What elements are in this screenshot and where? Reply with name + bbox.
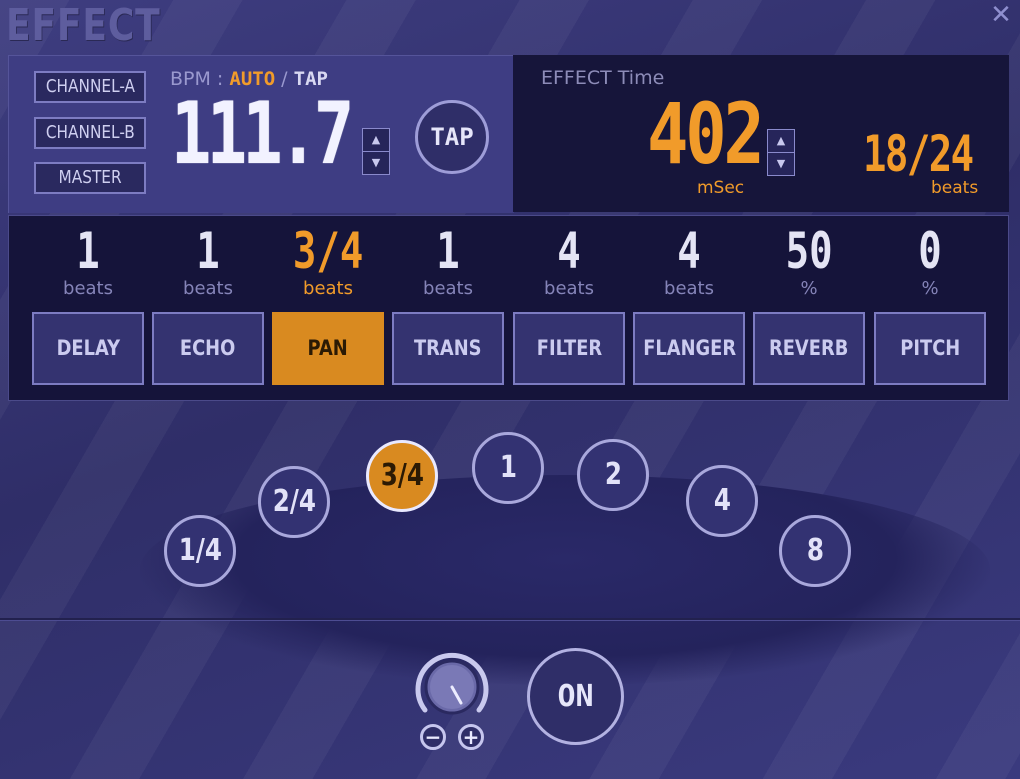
effect-time-msec-unit: mSec: [697, 178, 745, 198]
effect-value: 1: [196, 222, 220, 280]
window-title: EFFECT: [6, 0, 161, 51]
effect-time-stepper: ▲ ▼: [767, 129, 795, 176]
effect-value: 0: [918, 222, 942, 280]
close-icon[interactable]: ✕: [988, 2, 1014, 28]
tap-button[interactable]: TAP: [415, 100, 489, 174]
bpm-value: 111.7: [171, 84, 354, 184]
beat-button-4[interactable]: 4: [686, 465, 758, 537]
delay-button[interactable]: DELAY: [32, 312, 144, 385]
effect-value: 4: [677, 222, 701, 280]
effect-time-beats-unit: beats: [931, 178, 979, 198]
filter-button[interactable]: FILTER: [513, 312, 625, 385]
effect-time-up-button[interactable]: ▲: [768, 130, 794, 153]
beat-button-2[interactable]: 2: [577, 439, 649, 511]
effect-unit: beats: [303, 278, 353, 299]
beat-button-1-4[interactable]: 1/4: [164, 515, 236, 587]
bpm-down-button[interactable]: ▼: [363, 152, 389, 174]
channel-b-button[interactable]: CHANNEL-B: [34, 117, 146, 149]
effect-value: 1: [436, 222, 460, 280]
effect-time-label: EFFECT Time: [541, 67, 665, 89]
bpm-panel: CHANNEL-A CHANNEL-B MASTER BPM : AUTO / …: [8, 55, 514, 213]
reverb-button[interactable]: REVERB: [753, 312, 865, 385]
effect-value: 3/4: [292, 222, 364, 280]
master-button[interactable]: MASTER: [34, 162, 146, 194]
bpm-up-button[interactable]: ▲: [363, 129, 389, 152]
beat-button-2-4[interactable]: 2/4: [258, 466, 330, 538]
effect-window: EFFECT ✕ CHANNEL-A CHANNEL-B MASTER BPM …: [0, 0, 1020, 779]
level-knob[interactable]: [413, 648, 491, 726]
effect-time-beats-value: 18/24: [863, 125, 974, 183]
effect-unit: beats: [63, 278, 113, 299]
effects-panel: 1 beats 1 beats 3/4 beats 1 beats 4 beat…: [8, 215, 1009, 401]
flanger-button[interactable]: FLANGER: [633, 312, 745, 385]
beat-button-3-4[interactable]: 3/4: [366, 440, 438, 512]
effect-time-panel: EFFECT Time 402 mSec ▲ ▼ 18/24 beats: [513, 55, 1009, 212]
effect-unit: %: [800, 278, 818, 299]
plus-button[interactable]: +: [458, 724, 484, 750]
effect-unit: beats: [423, 278, 473, 299]
pan-button[interactable]: PAN: [272, 312, 384, 385]
effect-time-down-button[interactable]: ▼: [768, 153, 794, 175]
effect-unit: %: [921, 278, 939, 299]
effect-unit: beats: [183, 278, 233, 299]
channel-a-button[interactable]: CHANNEL-A: [34, 71, 146, 103]
effect-unit: beats: [664, 278, 714, 299]
minus-button[interactable]: −: [420, 724, 446, 750]
pitch-button[interactable]: PITCH: [874, 312, 986, 385]
effect-value: 50: [785, 222, 833, 280]
bpm-stepper: ▲ ▼: [362, 128, 390, 175]
section-divider: [0, 618, 1020, 620]
trans-button[interactable]: TRANS: [392, 312, 504, 385]
effect-unit: beats: [544, 278, 594, 299]
echo-button[interactable]: ECHO: [152, 312, 264, 385]
beat-button-1[interactable]: 1: [472, 432, 544, 504]
effect-value: 1: [76, 222, 100, 280]
effect-value: 4: [557, 222, 581, 280]
on-button[interactable]: ON: [527, 648, 624, 745]
beat-button-8[interactable]: 8: [779, 515, 851, 587]
effect-time-msec-value: 402: [647, 85, 765, 183]
